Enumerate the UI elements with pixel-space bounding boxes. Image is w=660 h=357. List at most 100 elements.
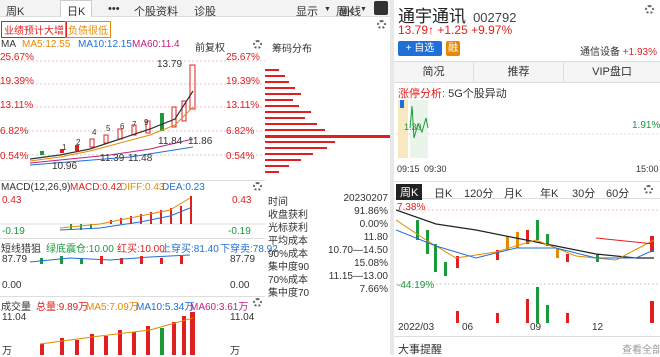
stat-row: 90%成本 10.70—14.50: [268, 245, 388, 260]
gear-icon[interactable]: [644, 185, 653, 194]
stock-change: +1.25: [437, 23, 468, 37]
stat-row: 平均成本 11.80: [268, 232, 388, 247]
axis-tick: 19.39%: [226, 76, 260, 87]
intraday-small: 1.30: [404, 122, 422, 132]
axis-tick: 25.67%: [226, 52, 260, 63]
stat-row: 光标获利 0.00%: [268, 219, 388, 234]
seq-mark: 6: [120, 122, 125, 131]
stat-value: 10.70—14.50: [327, 245, 388, 256]
macd-chart: [0, 196, 265, 231]
axis-tick: 13.11%: [226, 100, 260, 111]
ma-label: MA: [1, 39, 16, 50]
stat-value: 20230207: [343, 193, 389, 204]
events-bar: 大事提醒 查看全部: [394, 336, 660, 356]
rtab-weekly[interactable]: 周K: [396, 184, 423, 200]
gear-icon[interactable]: [645, 5, 654, 14]
sector-pct: +1.93%: [622, 47, 657, 58]
rtab-30[interactable]: 30分: [572, 185, 595, 201]
ma10-value: MA10:12.15: [78, 39, 132, 50]
stock-pct: +9.97%: [471, 23, 513, 37]
right-volume-chart: [456, 287, 654, 323]
short-header: 短线猎狙 绿底震仓:10.00 红买:10.00 上穿买:81.40 下穿卖:7…: [0, 238, 278, 255]
sector-info[interactable]: 通信设备 +1.93%: [580, 43, 657, 58]
right-period-tabs: 周K 日K 120分 月K 年K 30分 60分: [394, 181, 660, 201]
macd-header: MACD(12,26,9) MACD:0.42 DIFF:0.43 DEA:0.…: [0, 180, 265, 193]
axis-tick: 6.82%: [0, 126, 29, 137]
axis-tick: 11.04: [230, 312, 255, 323]
axis-tick: 0.43: [2, 195, 22, 206]
stat-value: 11.80: [363, 232, 388, 243]
gear-icon[interactable]: [253, 298, 262, 307]
rtab-60[interactable]: 60分: [606, 185, 629, 201]
display-menu[interactable]: 显示: [296, 3, 318, 19]
gear-icon[interactable]: [253, 182, 262, 191]
price-annotation: 11.48: [128, 153, 153, 164]
add-watchlist-button[interactable]: + 自选: [398, 41, 442, 56]
stat-row: 收盘获利 91.86%: [268, 206, 388, 221]
axis-tick: 19.39%: [0, 76, 34, 87]
stat-row: 集中度90 15.08%: [268, 258, 388, 273]
more-icon[interactable]: •••: [108, 3, 120, 15]
seq-mark: 4: [92, 128, 97, 137]
rk-top: 7.38%: [397, 202, 426, 213]
tab-overview[interactable]: 简况: [394, 62, 474, 82]
axis-tick: 87.79: [230, 254, 256, 265]
stat-row: 时间 20230207: [268, 193, 389, 208]
stat-row: 70%成本 11.15—13.00: [268, 271, 388, 286]
tag-debt[interactable]: 负债很低: [65, 21, 111, 38]
margin-badge[interactable]: 融: [446, 41, 460, 56]
seq-mark: 2: [76, 138, 81, 147]
price-line: 13.79↑ +1.25 +9.97%: [398, 23, 512, 37]
stat-row: 集中度70 7.66%: [268, 284, 388, 299]
view-all-link[interactable]: 查看全部: [622, 341, 660, 356]
price-annotation: 10.96: [52, 161, 78, 172]
axis-tick: 11.04: [2, 312, 27, 323]
macd-title: MACD(12,26,9): [1, 182, 71, 193]
stat-value: 7.66%: [359, 284, 388, 295]
sector-name: 通信设备: [580, 47, 620, 58]
axis-tick: 0.54%: [226, 151, 255, 162]
gear-icon[interactable]: [377, 20, 386, 29]
high-annotation: 13.79: [157, 59, 183, 70]
ma60-value: MA60:11.4: [132, 39, 180, 50]
tab-diagnose[interactable]: 诊股: [194, 3, 216, 19]
diff-value: DIFF:0.43: [120, 182, 165, 193]
tab-recommend[interactable]: 推荐: [474, 62, 564, 82]
chevron-down-icon: ▼: [360, 6, 367, 13]
panel-divider[interactable]: [390, 0, 394, 355]
rk-x3: 09: [530, 322, 542, 333]
axis-tick: 0.54%: [0, 151, 29, 162]
rtab-daily[interactable]: 日K: [434, 185, 452, 201]
axis-tick: 13.11%: [0, 100, 34, 111]
tab-vip[interactable]: VIP盘口: [564, 62, 660, 82]
seq-mark: 5: [106, 124, 111, 133]
rtab-monthly[interactable]: 月K: [504, 185, 522, 201]
price-annotation: 11.39: [100, 153, 125, 164]
layout-icon[interactable]: [374, 1, 388, 15]
dea-value: DEA:0.23: [162, 182, 205, 193]
intraday-chart: [396, 100, 658, 158]
time-start: 09:15: [397, 164, 420, 174]
seq-mark: 7: [132, 120, 137, 129]
draw-line-button[interactable]: 画线: [339, 3, 361, 19]
rk-x4: 12: [592, 322, 604, 333]
tab-weekly[interactable]: 周K: [6, 3, 24, 19]
price-annotation: 11.84: [158, 136, 183, 147]
stock-price: 13.79: [398, 23, 429, 37]
gear-icon[interactable]: [253, 40, 262, 49]
short-chart: [29, 254, 191, 264]
seq-mark: 1: [62, 143, 67, 152]
axis-tick: 0.00: [2, 280, 22, 291]
tab-daily[interactable]: 日K: [60, 0, 93, 18]
tag-earnings[interactable]: 业绩预计大增: [1, 21, 67, 38]
stat-key: 集中度70: [268, 288, 310, 299]
price-annotation: 11.86: [188, 136, 213, 147]
tab-profile[interactable]: 个股资料: [134, 3, 178, 19]
volume-header: 成交量 总量:9.89万 MA5:7.09万 MA10:5.34万 MA60:3…: [0, 296, 265, 313]
rtab-yearly[interactable]: 年K: [540, 185, 558, 201]
volume-chart: [39, 312, 195, 355]
axis-tick: -0.19: [2, 226, 25, 237]
stat-value: 91.86%: [354, 206, 388, 217]
tags-row: 业绩预计大增 负债很低: [0, 18, 265, 38]
rtab-120[interactable]: 120分: [464, 185, 493, 201]
